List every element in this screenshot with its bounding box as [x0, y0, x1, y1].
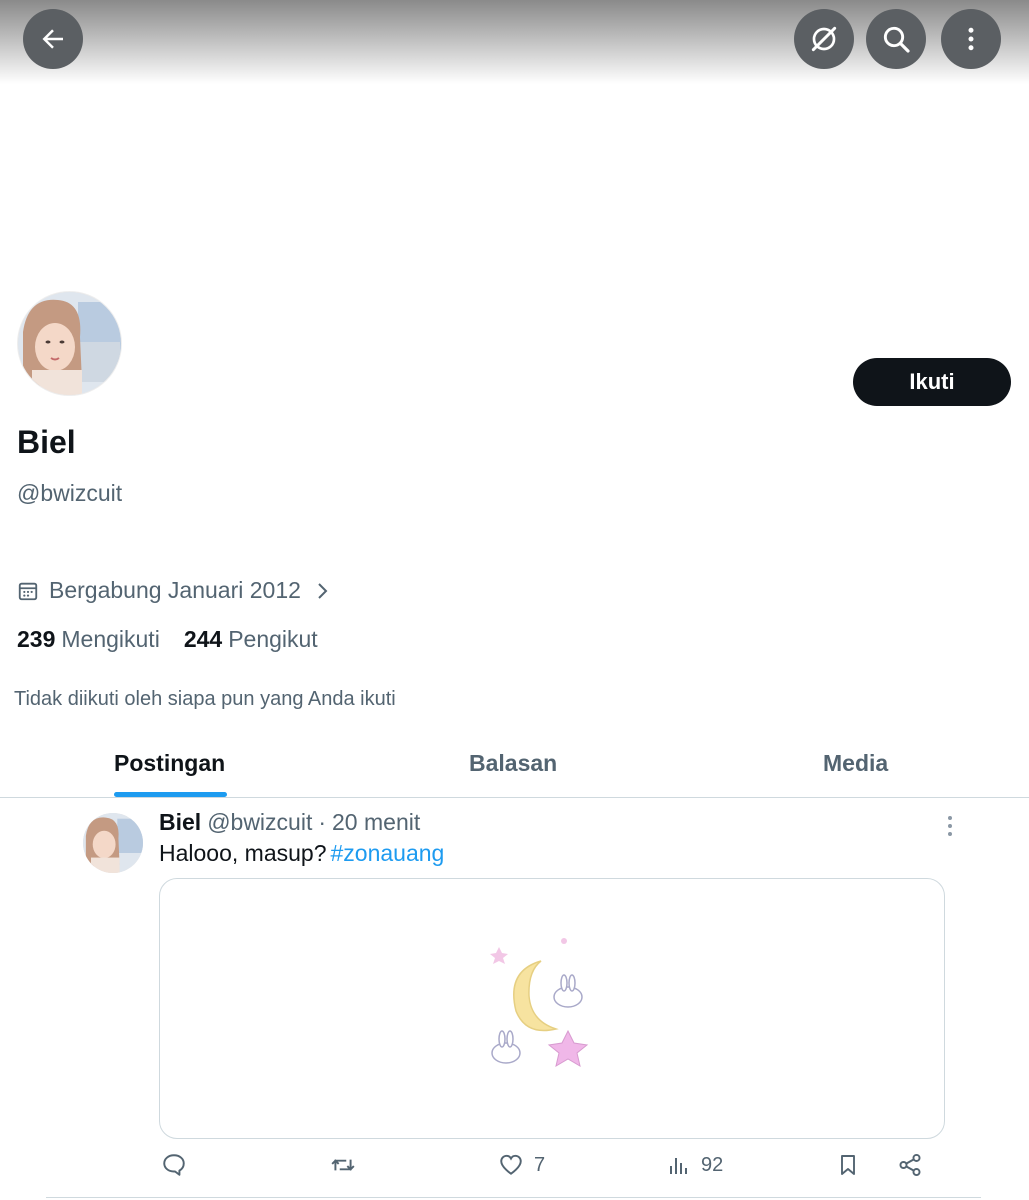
- followers-stat[interactable]: 244 Pengikut: [184, 626, 318, 653]
- back-button[interactable]: [23, 9, 83, 69]
- post-header: Biel @bwizcuit · 20 menit: [159, 809, 420, 836]
- more-vertical-icon: [968, 27, 974, 51]
- post-time[interactable]: 20 menit: [332, 809, 420, 836]
- moon-bunnies-illustration: [490, 938, 589, 1068]
- profile-name: Biel: [17, 424, 76, 460]
- post-author-handle[interactable]: @bwizcuit: [207, 809, 312, 836]
- tab-postingan[interactable]: Postingan: [114, 750, 225, 777]
- post-separator: ·: [318, 809, 327, 835]
- search-button[interactable]: [866, 9, 926, 69]
- search-icon: [883, 26, 910, 53]
- like-count: 7: [534, 1153, 546, 1176]
- grok-button[interactable]: [794, 9, 854, 69]
- views-button[interactable]: 92: [667, 1152, 723, 1178]
- heart-icon: [500, 1154, 522, 1175]
- repost-icon: [331, 1159, 355, 1171]
- avatar-photo: [83, 813, 143, 873]
- post-divider: [46, 1197, 981, 1198]
- post-hashtag[interactable]: #zonauang: [331, 840, 445, 866]
- follow-button[interactable]: Ikuti: [853, 358, 1011, 406]
- post-body: Halooo, masup?: [159, 840, 327, 866]
- joined-date-row[interactable]: Bergabung Januari 2012: [17, 577, 331, 604]
- chevron-right-icon: [318, 582, 328, 599]
- calendar-icon: [18, 582, 38, 600]
- not-followed-note: Tidak diikuti oleh siapa pun yang Anda i…: [14, 688, 396, 710]
- more-vertical-icon: [948, 816, 952, 836]
- views-icon: [670, 1158, 687, 1174]
- share-button[interactable]: [897, 1152, 923, 1178]
- following-count: 239: [17, 626, 56, 652]
- tab-balasan[interactable]: Balasan: [469, 750, 557, 777]
- active-tab-indicator: [114, 792, 227, 797]
- followers-count: 244: [183, 626, 223, 652]
- grok-icon: [811, 26, 837, 52]
- bookmark-icon: [841, 1155, 855, 1175]
- arrow-left-icon: [42, 29, 63, 49]
- like-button[interactable]: 7: [498, 1152, 545, 1178]
- profile-handle: @bwizcuit: [17, 480, 123, 506]
- follow-stats: 239 Mengikuti 244 Pengikut: [17, 626, 342, 653]
- reply-button[interactable]: [161, 1152, 197, 1178]
- following-label: Mengikuti: [61, 626, 160, 652]
- post-media[interactable]: [159, 878, 945, 1139]
- post-more-button[interactable]: [940, 814, 960, 843]
- repost-button[interactable]: [329, 1152, 367, 1178]
- joined-text: Bergabung Januari 2012: [49, 577, 301, 603]
- post-text: Halooo, masup? #zonauang: [159, 840, 444, 867]
- bookmark-button[interactable]: [836, 1152, 860, 1178]
- profile-tabs: Postingan Balasan Media: [0, 740, 1029, 798]
- more-options-button[interactable]: [941, 9, 1001, 69]
- post-actions: 7 92: [0, 1152, 1029, 1192]
- tab-media[interactable]: Media: [823, 750, 888, 777]
- followers-label: Pengikut: [228, 626, 318, 652]
- post-avatar[interactable]: [83, 813, 143, 873]
- post-author-name[interactable]: Biel: [159, 809, 201, 836]
- avatar-photo: [18, 292, 121, 395]
- share-icon: [899, 1153, 921, 1177]
- following-stat[interactable]: 239 Mengikuti: [17, 626, 160, 653]
- views-count: 92: [701, 1153, 724, 1176]
- reply-icon: [163, 1154, 185, 1176]
- profile-avatar[interactable]: [17, 291, 122, 396]
